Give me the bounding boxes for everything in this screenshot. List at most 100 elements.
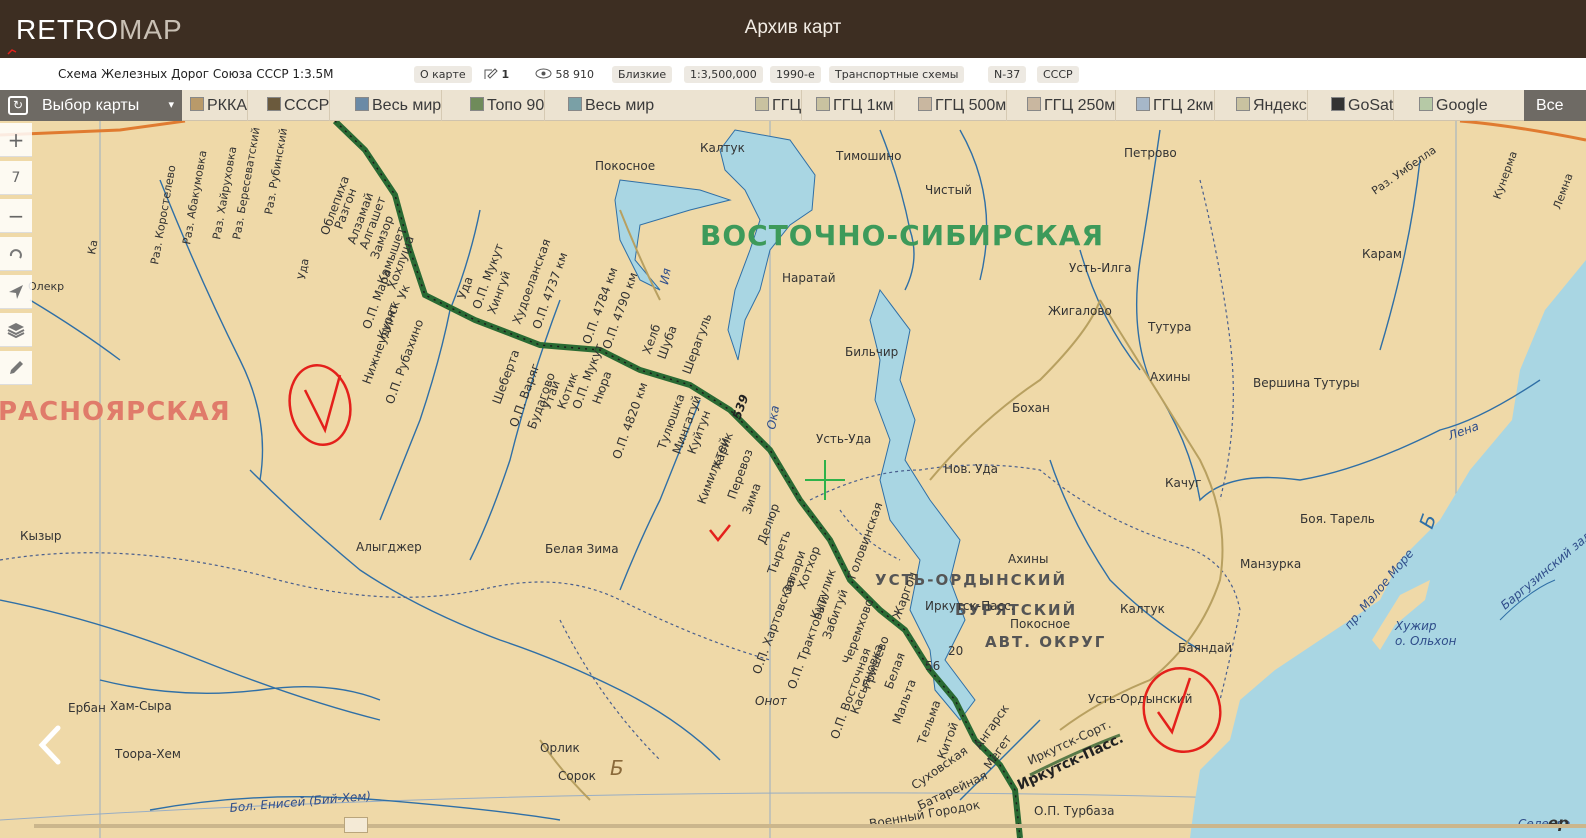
layer-topo90[interactable]: Топо 90 xyxy=(469,90,546,121)
city-label: Ахины xyxy=(1150,370,1190,384)
layer-thumb-icon xyxy=(816,97,830,111)
city-label: Бильчир xyxy=(845,345,898,359)
era-chip[interactable]: 1990-е xyxy=(770,66,821,83)
layer-label: GoSat xyxy=(1348,97,1394,114)
reset-rotation-button[interactable] xyxy=(0,237,32,271)
layer-ggc-2km[interactable]: ГГЦ 2км xyxy=(1135,90,1215,121)
layers-button[interactable] xyxy=(0,313,32,347)
layer-yandex[interactable]: Яндекс xyxy=(1235,90,1308,121)
layer-label: ГГЦ 250м xyxy=(1044,97,1116,114)
opacity-slider-track[interactable] xyxy=(34,824,1586,828)
layer-label: СССР xyxy=(284,97,330,114)
layer-thumb-icon xyxy=(755,97,769,111)
city-label: Жигалово xyxy=(1048,304,1112,318)
layer-thumb-icon xyxy=(918,97,932,111)
edit-counter[interactable]: 1 xyxy=(484,66,509,83)
city-label: Иркутск-Пасс. xyxy=(925,599,1015,613)
layer-label: ГГЦ 500м xyxy=(935,97,1007,114)
app-header: RETROMAP Архив карт xyxy=(0,0,1586,58)
zoom-level: 7 xyxy=(0,161,32,195)
city-label: Сорок xyxy=(558,769,596,783)
draw-button[interactable] xyxy=(0,351,32,385)
map-svg[interactable]: ВОСТОЧНО-СИБИРСКАЯ РАСНОЯРСКАЯ УСТЬ-ОРДЫ… xyxy=(0,121,1586,838)
views-count: 58 910 xyxy=(555,68,595,81)
layer-label: ГГЦ 2км xyxy=(1153,97,1214,114)
layer-rkka[interactable]: РККА xyxy=(189,90,248,121)
city-label: Покосное xyxy=(1010,617,1070,631)
district-label-3: АВТ. ОКРУГ xyxy=(985,633,1106,651)
layer-label: ГГЦ xyxy=(772,97,802,114)
layer-world-1[interactable]: Весь мир xyxy=(354,90,443,121)
city-label: Ербан xyxy=(68,701,106,715)
city-label: Баяндай xyxy=(1178,641,1232,655)
city-label: Петрово xyxy=(1124,146,1177,160)
city-label: Алыгджер xyxy=(356,540,422,554)
layers-bar: ↻ Выбор карты ▾ РККА СССР Весь мир Топо … xyxy=(0,90,1586,121)
chevron-down-icon: ▾ xyxy=(168,99,174,111)
river-label-iya: Ия xyxy=(657,267,674,285)
city-label: Наратай xyxy=(782,271,836,285)
layer-label: Google xyxy=(1436,97,1488,114)
city-label: Покосное xyxy=(595,159,655,173)
layer-ggc[interactable]: ГГЦ xyxy=(754,90,803,121)
siding-label: Ка xyxy=(85,239,100,256)
layer-ggc-1km[interactable]: ГГЦ 1км xyxy=(815,90,895,121)
layer-gosat[interactable]: GoSat xyxy=(1330,90,1395,121)
city-label: Усть-Уда xyxy=(816,432,871,446)
layers-icon xyxy=(7,323,25,339)
station-label: О.П. Турбаза xyxy=(1034,804,1114,818)
station-label: 56 xyxy=(925,659,940,673)
layer-thumb-icon xyxy=(1027,97,1041,111)
page-title: Архив карт xyxy=(744,17,842,38)
region-chip[interactable]: СССР xyxy=(1037,66,1079,83)
city-label: Бохан xyxy=(1012,401,1050,415)
layer-ussr[interactable]: СССР xyxy=(266,90,331,121)
region-label-east-siberian: ВОСТОЧНО-СИБИРСКАЯ xyxy=(700,219,1104,252)
locate-button[interactable] xyxy=(0,275,32,309)
city-label: Калтук xyxy=(1120,602,1165,616)
city-label: Чистый xyxy=(925,183,972,197)
eye-icon xyxy=(535,68,552,79)
layer-world-2[interactable]: Весь мир xyxy=(567,90,654,121)
layer-thumb-icon xyxy=(1331,97,1345,111)
city-label: Качуг xyxy=(1165,476,1201,490)
city-label: Кызыр xyxy=(20,529,61,543)
region-label-krasnoyarsk: РАСНОЯРСКАЯ xyxy=(0,397,231,427)
all-layers-button[interactable]: Все xyxy=(1524,90,1586,121)
layer-google[interactable]: Google xyxy=(1418,90,1488,121)
edit-icon xyxy=(484,68,498,79)
layer-label: Весь мир xyxy=(585,97,655,114)
layer-label: ГГЦ 1км xyxy=(833,97,894,114)
city-label: Тоора-Хем xyxy=(114,747,181,761)
siding-label: Олекр xyxy=(28,280,64,293)
chevron-left-icon[interactable] xyxy=(30,720,70,770)
city-label: Вершина Тутуры xyxy=(1253,376,1360,390)
city-label: Карам xyxy=(1362,247,1402,261)
refresh-icon: ↻ xyxy=(8,96,28,115)
map-title: Схема Железных Дорог Союза СССР 1:3.5M xyxy=(58,67,334,81)
map-info-bar: Схема Железных Дорог Союза СССР 1:3.5M О… xyxy=(0,58,1586,90)
choose-map-button[interactable]: ↻ Выбор карты ▾ xyxy=(0,90,182,121)
category-chip[interactable]: Транспортные схемы xyxy=(829,66,965,83)
village-label-onot: Онот xyxy=(755,694,788,708)
city-label: Тимошино xyxy=(835,149,902,163)
zoom-out-button[interactable]: − xyxy=(0,199,32,233)
layer-ggc-500m[interactable]: ГГЦ 500м xyxy=(917,90,1008,121)
map-label-ude: ер xyxy=(1548,814,1569,832)
about-map-button[interactable]: О карте xyxy=(414,66,472,83)
map-canvas[interactable]: ВОСТОЧНО-СИБИРСКАЯ РАСНОЯРСКАЯ УСТЬ-ОРДЫ… xyxy=(0,121,1586,838)
scale-chip[interactable]: 1:3,500,000 xyxy=(684,66,763,83)
red-mark-icon xyxy=(7,49,17,55)
city-label: Орлик xyxy=(540,741,580,755)
sheet-chip[interactable]: N-37 xyxy=(988,66,1027,83)
pencil-icon xyxy=(10,361,23,374)
zoom-in-button[interactable]: + xyxy=(0,123,32,157)
view-counter: 58 910 xyxy=(535,66,594,83)
layer-ggc-250m[interactable]: ГГЦ 250м xyxy=(1026,90,1117,121)
edit-count: 1 xyxy=(501,68,510,81)
opacity-slider-thumb[interactable] xyxy=(344,817,368,833)
layer-label: Весь мир xyxy=(372,97,442,114)
city-label: Калтук xyxy=(700,141,745,155)
similar-maps-chip[interactable]: Близкие xyxy=(612,66,673,83)
island-label: о. Ольхон xyxy=(1395,634,1457,648)
